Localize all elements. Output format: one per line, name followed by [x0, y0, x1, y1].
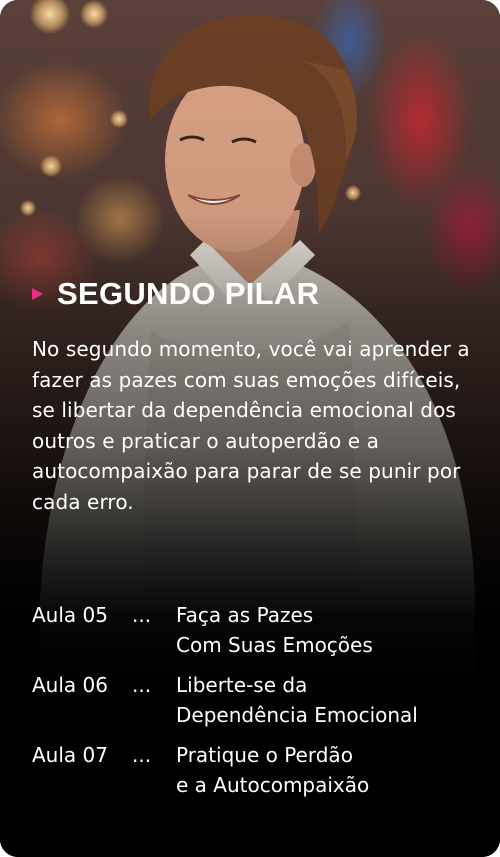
lesson-title-line: Com Suas Emoções — [176, 633, 373, 657]
lesson-title-line: Dependência Emocional — [176, 703, 418, 727]
lesson-number: Aula 05 — [32, 603, 108, 627]
lesson-separator: ... — [132, 743, 152, 767]
lesson-title: Liberte-se da Dependência Emocional — [176, 670, 482, 730]
lesson-item: Aula 06 ... Liberte-se da Dependência Em… — [32, 670, 482, 730]
lesson-title-line: Faça as Pazes — [176, 603, 314, 627]
lesson-item: Aula 07 ... Pratique o Perdão e a Autoco… — [32, 740, 482, 800]
lesson-number: Aula 07 — [32, 743, 108, 767]
pillar-card: SEGUNDO PILAR No segundo momento, você v… — [0, 0, 500, 857]
section-title: SEGUNDO PILAR — [57, 276, 320, 311]
lesson-title: Pratique o Perdão e a Autocompaixão — [176, 740, 482, 800]
lesson-title: Faça as Pazes Com Suas Emoções — [176, 600, 482, 660]
play-triangle-icon — [32, 288, 43, 300]
lesson-title-line: Liberte-se da — [176, 673, 308, 697]
lesson-title-line: e a Autocompaixão — [176, 773, 370, 797]
lesson-list: Aula 05 ... Faça as Pazes Com Suas Emoçõ… — [32, 600, 482, 810]
lesson-separator: ... — [132, 673, 152, 697]
lesson-number: Aula 06 — [32, 673, 108, 697]
lesson-title-line: Pratique o Perdão — [176, 743, 353, 767]
section-heading: SEGUNDO PILAR — [32, 276, 319, 312]
lesson-item: Aula 05 ... Faça as Pazes Com Suas Emoçõ… — [32, 600, 482, 660]
section-description: No segundo momento, você vai aprender a … — [32, 337, 470, 514]
lesson-separator: ... — [132, 603, 152, 627]
